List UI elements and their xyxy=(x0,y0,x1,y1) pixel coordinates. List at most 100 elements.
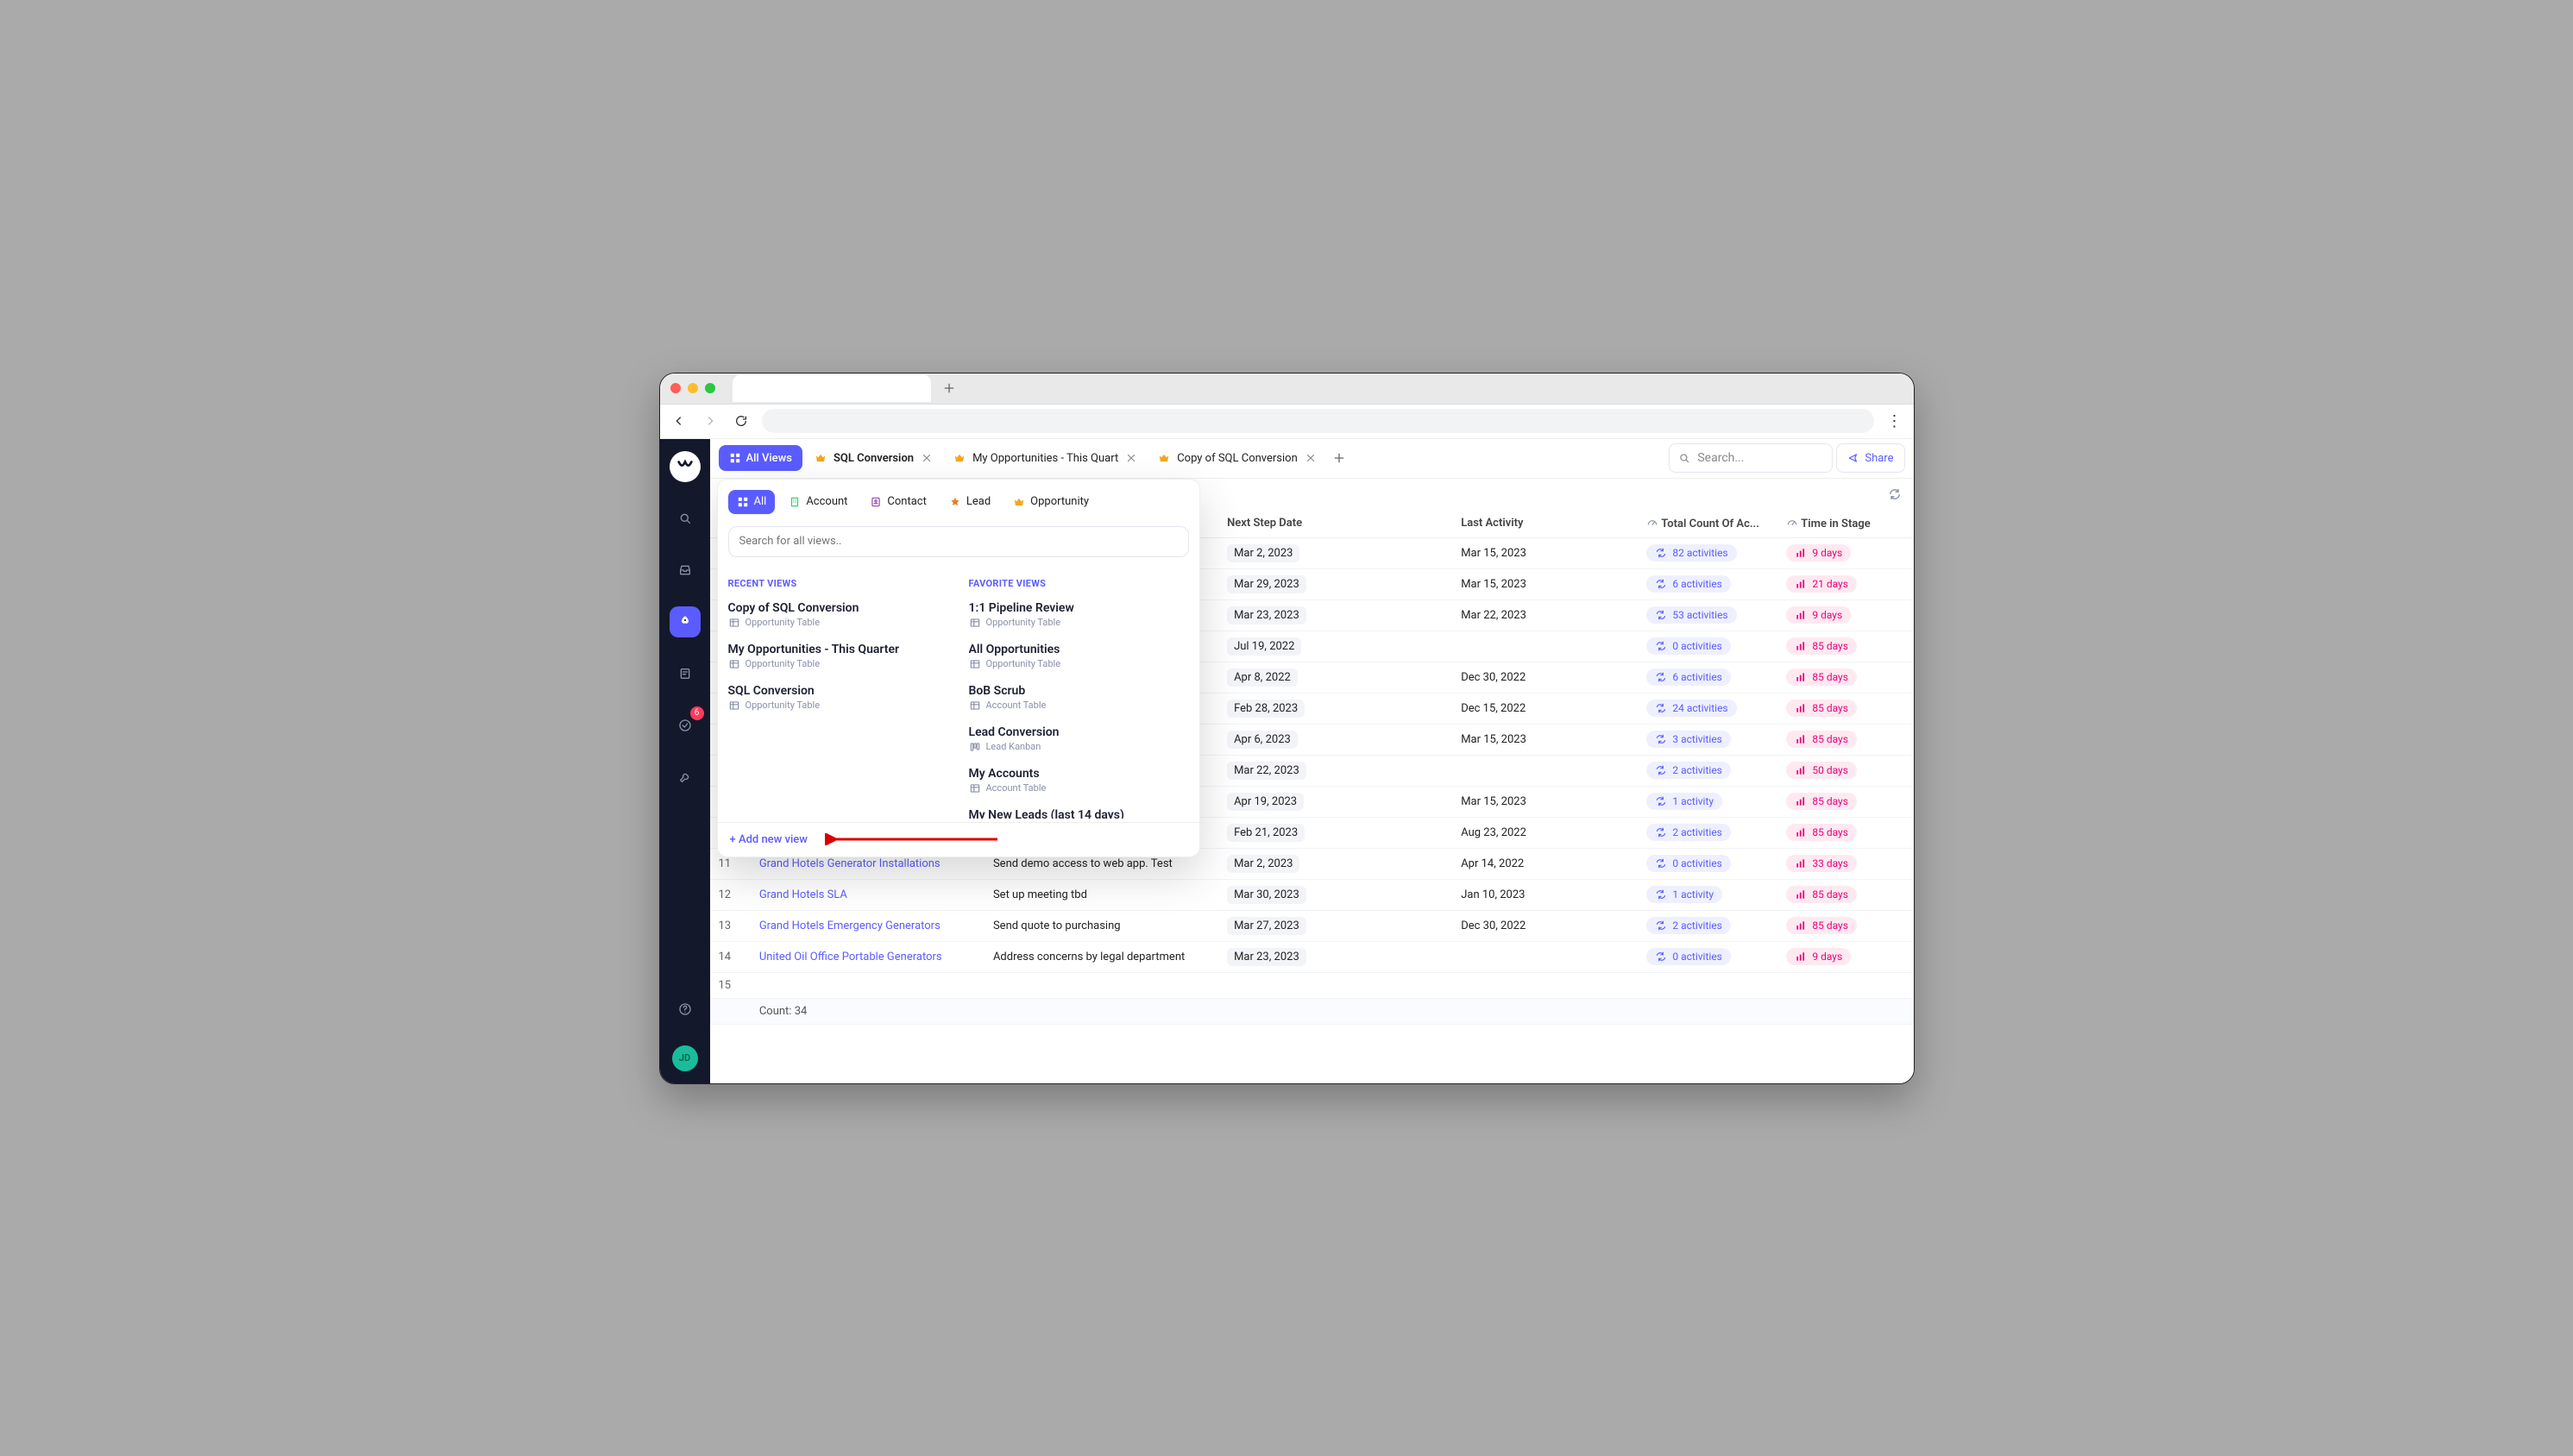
help-icon[interactable] xyxy=(670,994,701,1025)
search-icon[interactable] xyxy=(670,503,701,534)
col-last-activity[interactable]: Last Activity xyxy=(1452,510,1638,538)
col-next-step-date[interactable]: Next Step Date xyxy=(1218,510,1452,538)
view-item[interactable]: My AccountsAccount Table xyxy=(969,762,1189,803)
bars-icon xyxy=(1795,795,1807,807)
cell-time-in-stage: 9 days xyxy=(1777,941,1913,972)
bars-icon xyxy=(1795,951,1807,963)
window-min-dot[interactable] xyxy=(688,383,698,393)
browser-new-tab[interactable] xyxy=(938,377,960,399)
view-item-sub: Opportunity Table xyxy=(969,617,1189,629)
opportunity-link[interactable]: Grand Hotels SLA xyxy=(759,888,847,901)
all-views-button[interactable]: All Views xyxy=(719,445,803,471)
bars-icon xyxy=(1795,919,1807,932)
cycle-icon xyxy=(1655,547,1667,559)
cycle-icon xyxy=(1655,951,1667,963)
opportunity-link[interactable]: Grand Hotels Emergency Generators xyxy=(759,919,940,932)
notes-icon[interactable] xyxy=(670,658,701,689)
search-input[interactable]: Search... xyxy=(1669,443,1833,473)
view-item-sub: Opportunity Table xyxy=(969,658,1189,670)
view-tab-label: SQL Conversion xyxy=(834,452,914,465)
close-tab-icon[interactable] xyxy=(921,452,933,464)
settings-icon[interactable] xyxy=(670,762,701,793)
forward-button[interactable] xyxy=(700,411,720,431)
view-item-name: My Opportunities - This Quarter xyxy=(728,643,948,656)
view-item-sub: Opportunity Table xyxy=(728,700,948,712)
cell-activities: 0 activities xyxy=(1638,848,1777,879)
cycle-icon xyxy=(1655,702,1667,714)
view-item[interactable]: My New Leads (last 14 days)Lead Table xyxy=(969,803,1189,819)
chip-contact[interactable]: Contact xyxy=(861,490,934,514)
view-item[interactable]: My Opportunities - This Quarter Opportuni… xyxy=(728,637,948,679)
opportunity-link[interactable]: Grand Hotels Generator Installations xyxy=(759,857,940,870)
cell-next-step: Set up meeting tbd xyxy=(985,879,1218,910)
cell-next-step-date: Feb 28, 2023 xyxy=(1218,693,1452,724)
view-tab[interactable]: My Opportunities - This Quart xyxy=(945,445,1146,471)
opportunity-link[interactable]: United Oil Office Portable Generators xyxy=(759,951,942,963)
view-item[interactable]: SQL ConversionOpportunity Table xyxy=(728,679,948,720)
cell-next-step-date: Mar 2, 2023 xyxy=(1218,537,1452,568)
view-item[interactable]: All OpportunitiesOpportunity Table xyxy=(969,637,1189,679)
table-row[interactable]: 14United Oil Office Portable GeneratorsA… xyxy=(710,941,1914,972)
inbox-icon[interactable] xyxy=(670,555,701,586)
cell-next-step-date: Mar 22, 2023 xyxy=(1218,755,1452,786)
app-logo[interactable] xyxy=(670,451,701,482)
col-time-in-stage[interactable]: Time in Stage xyxy=(1777,510,1913,538)
chip-opportunity[interactable]: Opportunity xyxy=(1004,490,1098,514)
view-item[interactable]: 1:1 Pipeline ReviewOpportunity Table xyxy=(969,596,1189,637)
browser-tabstrip xyxy=(660,373,1914,405)
cell-activities: 82 activities xyxy=(1638,537,1777,568)
table-row[interactable]: 12Grand Hotels SLASet up meeting tbdMar … xyxy=(710,879,1914,910)
chip-lead[interactable]: Lead xyxy=(940,490,999,514)
back-button[interactable] xyxy=(669,411,689,431)
chip-account[interactable]: Account xyxy=(780,490,856,514)
cell-time-in-stage xyxy=(1777,972,1913,998)
window-close-dot[interactable] xyxy=(670,383,681,393)
add-new-view-link[interactable]: + Add new view xyxy=(730,833,808,846)
dropdown-search-input[interactable] xyxy=(739,535,1178,548)
crown-icon xyxy=(953,452,966,464)
grid-icon xyxy=(729,452,741,464)
view-tab[interactable]: SQL Conversion xyxy=(806,445,941,471)
chip-all[interactable]: All xyxy=(728,490,776,514)
rocket-icon[interactable] xyxy=(670,606,701,637)
bars-icon xyxy=(1795,702,1807,714)
cell-activities: 2 activities xyxy=(1638,755,1777,786)
window-max-dot[interactable] xyxy=(705,383,715,393)
close-tab-icon[interactable] xyxy=(1125,452,1137,464)
browser-menu-icon[interactable]: ⋮ xyxy=(1884,412,1905,430)
bars-icon xyxy=(1795,640,1807,652)
table-row[interactable]: 15 xyxy=(710,972,1914,998)
refresh-icon[interactable] xyxy=(1888,487,1902,501)
avatar[interactable]: JD xyxy=(672,1045,698,1071)
view-tab[interactable]: Copy of SQL Conversion xyxy=(1149,445,1325,471)
cell-last-activity: Mar 15, 2023 xyxy=(1452,568,1638,599)
building-icon xyxy=(789,496,801,508)
dropdown-search[interactable] xyxy=(728,526,1189,557)
table-row[interactable]: 13Grand Hotels Emergency GeneratorsSend … xyxy=(710,910,1914,941)
app: 6 JD All Views SQL Conversion My Opportun… xyxy=(660,439,1914,1083)
url-input[interactable] xyxy=(762,409,1874,433)
cell-next-step-date: Apr 6, 2023 xyxy=(1218,724,1452,755)
share-button[interactable]: Share xyxy=(1836,443,1904,473)
cell-time-in-stage: 85 days xyxy=(1777,693,1913,724)
cell-activities: 0 activities xyxy=(1638,941,1777,972)
view-item[interactable]: Copy of SQL ConversionOpportunity Table xyxy=(728,596,948,637)
close-tab-icon[interactable] xyxy=(1305,452,1317,464)
view-item-sub: Opportunity Table xyxy=(728,658,948,670)
cycle-icon xyxy=(1655,578,1667,590)
recent-views-title: RECENT VIEWS xyxy=(728,578,948,589)
cell-opportunity: Grand Hotels Emergency Generators xyxy=(751,910,985,941)
cell-next-step: Address concerns by legal department xyxy=(985,941,1218,972)
cell-opportunity: Grand Hotels SLA xyxy=(751,879,985,910)
view-item[interactable]: Lead ConversionLead Kanban xyxy=(969,720,1189,762)
cell-last-activity xyxy=(1452,631,1638,662)
reload-button[interactable] xyxy=(731,411,752,431)
cell-time-in-stage: 85 days xyxy=(1777,910,1913,941)
cell-last-activity xyxy=(1452,755,1638,786)
tasks-icon[interactable]: 6 xyxy=(670,710,701,741)
browser-tab[interactable] xyxy=(733,374,931,402)
cell-time-in-stage: 85 days xyxy=(1777,631,1913,662)
add-view-tab[interactable] xyxy=(1329,448,1349,468)
view-item[interactable]: BoB ScrubAccount Table xyxy=(969,679,1189,720)
col-total-count[interactable]: Total Count Of Ac... xyxy=(1638,510,1777,538)
